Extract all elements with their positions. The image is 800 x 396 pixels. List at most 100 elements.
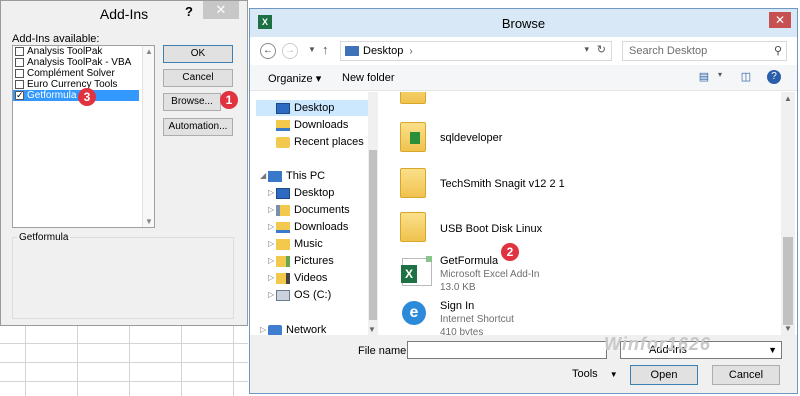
desktop-icon: [276, 187, 290, 199]
open-button[interactable]: Open: [630, 365, 698, 385]
collapsed-arrow-icon[interactable]: ▷: [268, 202, 276, 218]
folder-icon: [400, 92, 426, 104]
scroll-up-icon[interactable]: ▲: [784, 94, 792, 103]
list-item[interactable]: Complément Solver: [13, 68, 154, 79]
list-item-label: Getformula: [27, 90, 77, 101]
watermark: Winfor1626: [604, 334, 711, 354]
nav-item-label: Documents: [294, 204, 350, 216]
nav-item-label: Videos: [294, 272, 328, 284]
nav-item-pc-desktop[interactable]: ▷ Desktop: [268, 185, 334, 201]
collapsed-arrow-icon[interactable]: ▷: [268, 219, 276, 235]
scroll-down-icon[interactable]: ▼: [784, 324, 792, 333]
nav-item-pictures[interactable]: ▷ Pictures: [268, 253, 334, 269]
chevron-down-icon[interactable]: ▼: [768, 342, 777, 358]
list-item-selected[interactable]: ✓ Getformula: [13, 90, 139, 101]
computer-icon: [268, 170, 282, 182]
new-folder-button[interactable]: New folder: [342, 72, 395, 84]
recent-locations-chevron-icon[interactable]: ▼: [308, 45, 316, 54]
nav-item-label: Pictures: [294, 255, 334, 267]
list-item[interactable]: Analysis ToolPak - VBA: [13, 57, 154, 68]
help-button[interactable]: ?: [185, 4, 193, 19]
file-name[interactable]: GetFormula: [440, 255, 498, 267]
addins-list[interactable]: Analysis ToolPak Analysis ToolPak - VBA …: [12, 45, 155, 228]
scrollbar-thumb[interactable]: [369, 150, 377, 320]
addins-close-button[interactable]: ✕: [203, 1, 239, 19]
navigation-scrollbar[interactable]: [368, 92, 378, 335]
tools-button[interactable]: Tools ▼: [572, 368, 618, 380]
file-list-scrollbar[interactable]: ▲ ▼: [781, 92, 795, 335]
list-item-label: Analysis ToolPak - VBA: [27, 57, 132, 68]
file-name-input[interactable]: [407, 341, 607, 359]
scroll-up-icon[interactable]: ▲: [145, 47, 153, 56]
checkbox-checked[interactable]: ✓: [15, 91, 24, 100]
file-size: 13.0 KB: [440, 282, 476, 293]
nav-item-music[interactable]: ▷ Music: [268, 236, 323, 252]
nav-item-label: Music: [294, 238, 323, 250]
refresh-icon[interactable]: ↻: [597, 43, 606, 56]
nav-item-this-pc[interactable]: ◢ This PC: [260, 168, 325, 184]
nav-item-recent-places[interactable]: Recent places: [276, 134, 364, 150]
breadcrumb-chevron-icon[interactable]: ›: [409, 46, 412, 57]
file-type: Internet Shortcut: [440, 314, 514, 325]
collapsed-arrow-icon[interactable]: ▷: [268, 253, 276, 269]
file-type: Microsoft Excel Add-In: [440, 269, 540, 280]
drive-icon: [276, 289, 290, 301]
address-dropdown-icon[interactable]: ▾: [584, 44, 589, 55]
collapsed-arrow-icon[interactable]: ▷: [268, 287, 276, 303]
description-group: [12, 237, 234, 319]
collapsed-arrow-icon[interactable]: ▷: [268, 270, 276, 286]
collapsed-arrow-icon[interactable]: ▷: [268, 185, 276, 201]
scrollbar-thumb[interactable]: [783, 237, 793, 325]
pictures-icon: [276, 255, 290, 267]
tools-dropdown-icon[interactable]: ▼: [610, 370, 618, 379]
checkbox[interactable]: [15, 47, 24, 56]
collapsed-arrow-icon[interactable]: ▷: [268, 236, 276, 252]
network-icon: [268, 324, 282, 336]
file-name[interactable]: TechSmith Snagit v12 2 1: [440, 178, 565, 190]
sqldeveloper-icon: [410, 132, 420, 144]
nav-item-downloads[interactable]: Downloads: [276, 117, 348, 133]
recent-places-icon: [276, 136, 290, 148]
up-arrow-icon[interactable]: ↑: [322, 42, 329, 57]
step-badge-3: 3: [78, 88, 96, 106]
scroll-down-icon[interactable]: ▼: [368, 325, 382, 335]
list-scrollbar[interactable]: ▲ ▼: [142, 46, 154, 227]
file-name[interactable]: sqldeveloper: [440, 132, 502, 144]
excel-grid: [0, 318, 248, 396]
scroll-down-icon[interactable]: ▼: [145, 217, 153, 226]
forward-arrow-icon[interactable]: →: [282, 43, 298, 59]
help-icon[interactable]: ?: [767, 70, 781, 84]
cancel-button[interactable]: Cancel: [163, 69, 233, 87]
automation-button[interactable]: Automation...: [163, 118, 233, 136]
nav-item-label: Downloads: [294, 119, 349, 131]
expanded-arrow-icon[interactable]: ◢: [260, 168, 268, 184]
browse-cancel-button[interactable]: Cancel: [712, 365, 780, 385]
nav-item-videos[interactable]: ▷ Videos: [268, 270, 327, 286]
search-icon[interactable]: ⚲: [774, 42, 782, 60]
view-dropdown-icon[interactable]: ▾: [712, 70, 728, 84]
checkbox[interactable]: [15, 80, 24, 89]
browse-button[interactable]: Browse...: [163, 93, 221, 111]
description-group-label: Getformula: [17, 232, 71, 243]
checkbox[interactable]: [15, 58, 24, 67]
address-bar[interactable]: Desktop › ▾ ↻: [340, 41, 612, 61]
nav-item-label: Desktop: [294, 102, 335, 114]
file-list: sqldeveloper TechSmith Snagit v12 2 1 US…: [380, 92, 781, 335]
nav-item-os-drive[interactable]: ▷ OS (C:): [268, 287, 331, 303]
view-options-icon[interactable]: ▤: [696, 70, 712, 84]
file-name[interactable]: Sign In: [440, 300, 474, 312]
nav-item-documents[interactable]: ▷ Documents: [268, 202, 350, 218]
browse-close-button[interactable]: ✕: [769, 12, 791, 28]
ok-button[interactable]: OK: [163, 45, 233, 63]
organize-button[interactable]: Organize ▾: [268, 72, 321, 85]
nav-item-pc-downloads[interactable]: ▷ Downloads: [268, 219, 348, 235]
back-arrow-icon[interactable]: ←: [260, 43, 276, 59]
checkbox[interactable]: [15, 69, 24, 78]
search-input[interactable]: Search Desktop ⚲: [622, 41, 787, 61]
file-name[interactable]: USB Boot Disk Linux: [440, 223, 542, 235]
preview-pane-icon[interactable]: ◫: [738, 70, 754, 84]
browse-title: Browse: [501, 16, 546, 31]
nav-item-desktop[interactable]: Desktop: [256, 100, 368, 116]
address-text[interactable]: Desktop: [363, 45, 403, 57]
list-item[interactable]: Analysis ToolPak: [13, 46, 154, 57]
